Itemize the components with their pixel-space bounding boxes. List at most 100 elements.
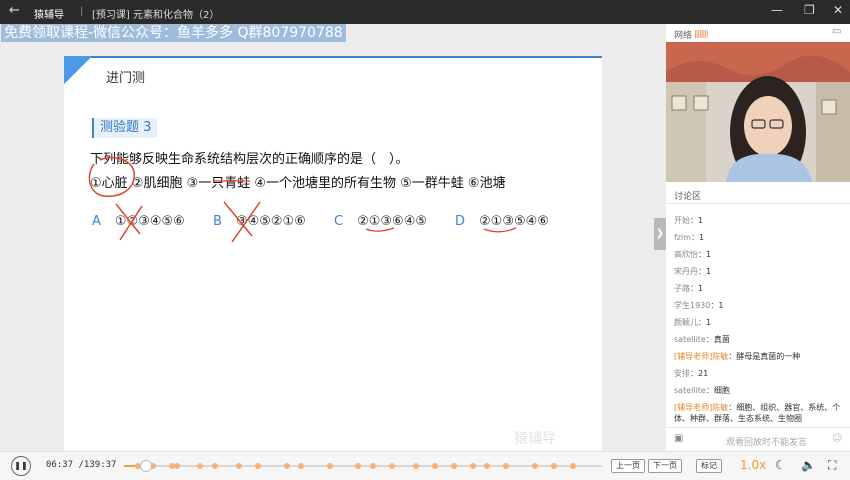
chat-text: 1 (699, 233, 705, 242)
chat-text: 21 (698, 369, 709, 378)
progress-knob[interactable] (140, 460, 153, 472)
progress-marker[interactable] (369, 463, 376, 469)
slide: 进门测 测验题 3 下列能够反映生命系统结构层次的正确顺序的是（ ）。 ①心脏 … (64, 56, 602, 461)
speed-button[interactable]: 1.0x (740, 458, 766, 472)
slide-header: 进门测 (106, 71, 146, 86)
choice-letter: C (334, 214, 344, 229)
choice-b: B ③④⑤②①⑥ (213, 214, 306, 229)
chat-message: 颜颖儿：1 (674, 318, 712, 327)
question-text: 下列能够反映生命系统结构层次的正确顺序的是（ ）。 (90, 152, 409, 167)
progress-marker[interactable] (197, 463, 204, 469)
chat-text: 1 (706, 267, 712, 276)
pause-button[interactable]: ❚❚ (11, 456, 31, 476)
next-page-button[interactable]: 下一页 (648, 459, 682, 473)
choice-letter: B (213, 214, 222, 229)
moon-icon[interactable]: ☾ (775, 458, 786, 472)
lesson-title: [预习课] 元素和化合物（2） (92, 10, 220, 21)
choice-a: A ①②③④⑤⑥ (92, 214, 185, 229)
camera-off-icon[interactable]: ▭ (832, 26, 841, 37)
chat-text: 1 (698, 284, 704, 293)
chat-name: satellite (674, 335, 706, 344)
progress-marker[interactable] (484, 463, 491, 469)
progress-marker[interactable] (211, 463, 218, 469)
chat-message: satellite：真菌 (674, 335, 730, 344)
progress-marker[interactable] (503, 463, 510, 469)
question-label: 测验题 3 (92, 118, 158, 138)
chat-message: 安排：21 (674, 369, 709, 378)
chat-message: satellite：细胞 (674, 386, 730, 395)
app-name: 猿辅导 (34, 10, 64, 21)
signal-bars-icon: |||||||| (694, 29, 709, 38)
progress-marker[interactable] (431, 463, 438, 469)
progress-marker[interactable] (355, 463, 362, 469)
chat-message: 子路：1 (674, 284, 704, 293)
progress-marker[interactable] (283, 463, 290, 469)
image-upload-icon[interactable]: ▣ (674, 433, 683, 444)
chat-message: 高欣怡：1 (674, 250, 712, 259)
time-display: 06:37 /139:37 (46, 460, 116, 470)
title-bar: ← 猿辅导 | [预习课] 元素和化合物（2） — ❐ ✕ (0, 0, 850, 24)
progress-marker[interactable] (388, 463, 395, 469)
choice-letter: A (92, 214, 101, 229)
current-time: 06:37 (46, 460, 74, 470)
chat-text: 细胞 (713, 386, 730, 395)
progress-marker[interactable] (450, 463, 457, 469)
chat-text: 1 (706, 318, 712, 327)
chat-disabled-placeholder: 观看回放时不能发言 (726, 438, 808, 448)
chat-message: fzlm：1 (674, 233, 705, 242)
slide-top-line (64, 56, 602, 58)
choice-letter: D (455, 214, 466, 229)
progress-marker[interactable] (570, 463, 577, 469)
chat-text: 酵母是真菌的一种 (736, 352, 801, 361)
chat-message: 学生1930：1 (674, 301, 724, 310)
chat-name: 颜颖儿 (674, 318, 698, 327)
progress-marker[interactable] (254, 463, 261, 469)
fullscreen-icon[interactable]: ⛶ (828, 458, 836, 473)
chat-text: 1 (706, 250, 712, 259)
minimize-icon[interactable]: — (771, 3, 783, 17)
title-separator: | (80, 6, 84, 17)
slide-area: 进门测 测验题 3 下列能够反映生命系统结构层次的正确顺序的是（ ）。 ①心脏 … (0, 24, 665, 461)
chat-divider (666, 203, 850, 204)
collapse-panel-arrow-icon[interactable]: ❯ (654, 218, 666, 250)
chat-text: 1 (718, 301, 724, 310)
choice-c: C ②①③⑥④⑤ (334, 214, 427, 229)
chat-title: 讨论区 (674, 192, 702, 202)
chat-name: 子路 (674, 284, 690, 293)
slide-logo-watermark: 猿辅导 (514, 431, 556, 447)
progress-marker[interactable] (173, 463, 180, 469)
slide-corner-logo (64, 56, 92, 84)
choice-value: ②①③⑥④⑤ (357, 214, 428, 229)
choice-value: ②①③⑤④⑥ (479, 214, 549, 229)
progress-track[interactable] (124, 460, 602, 472)
progress-marker[interactable] (412, 463, 419, 469)
progress-marker[interactable] (469, 463, 476, 469)
back-arrow-icon[interactable]: ← (9, 3, 20, 18)
network-label: 网络 (674, 31, 693, 41)
progress-marker[interactable] (532, 463, 539, 469)
handwritten-annotations (88, 156, 517, 243)
volume-icon[interactable]: 🔈 (801, 458, 816, 472)
player-bar: ❚❚ 06:37 /139:37 上一页 下一页 标记 1.0x ☾ 🔈 ⛶ (0, 451, 850, 480)
progress-marker[interactable] (551, 463, 558, 469)
chat-message: [辅导老师]陈敏：酵母是真菌的一种 (674, 352, 801, 361)
choice-value: ③④⑤②①⑥ (235, 214, 306, 229)
chat-name: 高欣怡 (674, 250, 698, 259)
teacher-video (666, 42, 850, 182)
chat-name-teacher: [辅导老师]陈敏 (674, 352, 729, 361)
app-window: ← 猿辅导 | [预习课] 元素和化合物（2） — ❐ ✕ 进门测 测验题 3 … (0, 0, 850, 480)
chat-name: fzlm (674, 233, 692, 242)
progress-marker[interactable] (235, 463, 242, 469)
progress-marker[interactable] (297, 463, 304, 469)
chat-input-bar: ▣ 观看回放时不能发言 ☺ (666, 427, 850, 451)
chat-message: 开始：1 (674, 216, 704, 225)
progress-marker[interactable] (326, 463, 333, 469)
close-icon[interactable]: ✕ (833, 3, 843, 17)
prev-page-button[interactable]: 上一页 (611, 459, 645, 473)
chat-name: 宋丹丹 (674, 267, 698, 276)
restore-icon[interactable]: ❐ (804, 3, 815, 17)
emoji-icon[interactable]: ☺ (832, 433, 842, 444)
mark-button[interactable]: 标记 (696, 459, 722, 473)
chat-message: [辅导老师]陈敏：细胞、组织、器官、系统、个体、种群、群落、生态系统、生物圈 (674, 403, 841, 423)
question-items: ①心脏 ②肌细胞 ③一只青蛙 ④一个池塘里的所有生物 ⑤一群牛蛙 ⑥池塘 (90, 176, 506, 191)
